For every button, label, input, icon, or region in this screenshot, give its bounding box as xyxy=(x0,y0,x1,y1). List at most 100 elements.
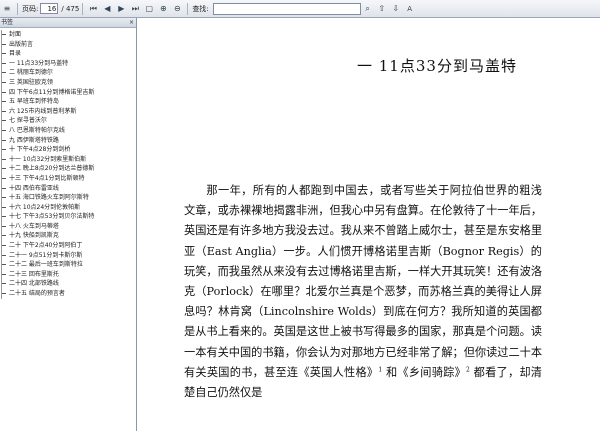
page-number-input[interactable]: 16 xyxy=(40,3,59,14)
bookmark-item[interactable]: 六 125市内线到普利茅斯 xyxy=(0,106,136,117)
toolbar-divider xyxy=(187,2,189,15)
tree-connector xyxy=(2,110,6,112)
bookmark-label: 二十二 最后一班车到斯特拉 xyxy=(9,261,83,269)
tree-connector xyxy=(2,53,6,55)
tree-connector xyxy=(2,158,6,160)
toolbar: ≡ 页码: 16 / 475 ⏮ ◀ ▶ ⏭ ▢ ⊕ ⊖ 查找: ⌕ ⇧ ⇩ A xyxy=(0,0,600,18)
bookmark-item[interactable]: 十五 海口铁路火车到阿尔斯特 xyxy=(0,193,136,203)
fit-page-icon[interactable]: ▢ xyxy=(143,3,155,15)
bookmark-item[interactable]: 四 下午6点11分到博格诺里吉斯 xyxy=(0,87,136,98)
bookmark-item[interactable]: 二 桃丽车到德尔 xyxy=(0,68,136,78)
bookmark-label: 十八 火车到马蒂塔 xyxy=(9,222,59,230)
bookmark-label: 六 125市内线到普利茅斯 xyxy=(9,107,77,115)
bookmark-label: 十七 下午3点53分到贝尔法斯特 xyxy=(9,213,95,221)
tree-connector xyxy=(2,62,6,64)
bookmark-label: 十 下午4点28分到剑桥 xyxy=(9,146,71,154)
bookmarks-panel: 书签 × 封面 出版前言 目录一 11点33分到马盖特二 桃丽车到德尔三 英国驻欧克… xyxy=(0,18,137,431)
bookmark-item[interactable]: 一 11点33分到马盖特 xyxy=(0,58,136,69)
tree-connector xyxy=(2,129,6,131)
bookmark-item[interactable]: 九 西伊斯塔特铁路 xyxy=(0,135,136,146)
bookmark-item[interactable]: 十三 下午4点1分到比斯顿特 xyxy=(0,173,136,184)
bookmark-item[interactable]: 二十五 结局的预言者 xyxy=(0,289,136,299)
tree-connector xyxy=(2,206,6,208)
tree-connector xyxy=(2,177,6,179)
bookmark-label: 十五 海口铁路火车到阿尔斯特 xyxy=(9,194,89,202)
bookmark-label: 十六 10点24分到伦敦帕斯 xyxy=(9,203,81,211)
tree-connector xyxy=(2,254,6,256)
bookmark-label: 二十三 回布里斯托 xyxy=(9,270,59,278)
bookmark-item[interactable]: 十二 晚上8点20分到达兰普德斯 xyxy=(0,164,136,174)
bookmark-label: 十三 下午4点1分到比斯顿特 xyxy=(9,174,85,182)
first-page-icon[interactable]: ⏮ xyxy=(87,3,99,15)
bookmark-item[interactable]: 三 英国驻欧克领 xyxy=(0,77,136,88)
tree-connector xyxy=(2,43,6,45)
bookmark-item[interactable]: 十七 下午3点53分到贝尔法斯特 xyxy=(0,212,136,222)
tree-connector xyxy=(2,72,6,74)
bookmark-label: 九 西伊斯塔特铁路 xyxy=(9,136,59,144)
paragraph: 那一年，所有的人都跑到中国去，或者写些关于阿拉伯世界的粗浅文章，或赤裸裸地揭露非… xyxy=(184,181,542,403)
bookmarks-header: 书签 × xyxy=(0,18,136,28)
find-next-icon[interactable]: ⇩ xyxy=(390,3,402,15)
chapter-title: 一 11点33分到马盖特 xyxy=(357,57,517,75)
bookmark-item[interactable]: 目录 xyxy=(0,49,136,59)
tree-connector xyxy=(2,245,6,247)
tree-connector xyxy=(2,264,6,266)
bookmark-item[interactable]: 十四 西伯布雷亚线 xyxy=(0,183,136,194)
tree-connector xyxy=(2,139,6,141)
bookmark-label: 十一 10点32分到索里斯伯斯 xyxy=(9,155,87,163)
bookmark-item[interactable]: 二十一 9点51分到卡斯尔斯 xyxy=(0,250,136,261)
zoom-out-icon[interactable]: ⊖ xyxy=(171,3,183,15)
zoom-in-icon[interactable]: ⊕ xyxy=(157,3,169,15)
tree-connector xyxy=(2,235,6,237)
bookmark-label: 二十四 北部铁路线 xyxy=(9,280,59,288)
bookmark-item[interactable]: 二十二 最后一班车到斯特拉 xyxy=(0,260,136,270)
next-page-icon[interactable]: ▶ xyxy=(115,3,127,15)
bookmark-label: 二 桃丽车到德尔 xyxy=(9,69,53,77)
bookmark-item[interactable]: 八 巴恩斯特帕尔克线 xyxy=(0,125,136,136)
bookmark-label: 八 巴恩斯特帕尔克线 xyxy=(9,126,65,134)
search-input[interactable] xyxy=(212,2,361,15)
bookmark-label: 十九 快船到凯斯克 xyxy=(9,232,59,240)
last-page-icon[interactable]: ⏭ xyxy=(129,3,141,15)
tree-connector xyxy=(2,101,6,103)
bookmark-label: 一 11点33分到马盖特 xyxy=(9,59,69,67)
bookmark-item[interactable]: 二十三 回布里斯托 xyxy=(0,269,136,280)
bookmark-label: 二十一 9点51分到卡斯尔斯 xyxy=(9,251,83,259)
bookmark-item[interactable]: 二十 下午2点40分到阿伯丁 xyxy=(0,241,136,251)
menu-icon[interactable]: ≡ xyxy=(1,3,13,15)
bookmark-item[interactable]: 封面 xyxy=(0,30,136,40)
bookmark-item[interactable]: 十一 10点32分到索里斯伯斯 xyxy=(0,154,136,165)
bookmark-label: 十四 西伯布雷亚线 xyxy=(9,184,59,192)
bookmark-item[interactable]: 十八 火车到马蒂塔 xyxy=(0,221,136,232)
bookmark-label: 十二 晚上8点20分到达兰普德斯 xyxy=(9,165,95,173)
bookmark-item[interactable]: 七 探寻普沃尔 xyxy=(0,116,136,126)
find-previous-icon[interactable]: ⇧ xyxy=(376,3,388,15)
bookmark-label: 目录 xyxy=(9,50,22,58)
bookmark-item[interactable]: 十九 快船到凯斯克 xyxy=(0,231,136,242)
bookmarks-title: 书签 xyxy=(1,19,14,26)
tree-connector xyxy=(2,91,6,93)
close-icon[interactable]: × xyxy=(129,18,134,27)
match-case-icon[interactable]: A xyxy=(404,3,416,15)
page-total: / 475 xyxy=(61,4,80,13)
bookmark-label: 七 探寻普沃尔 xyxy=(9,117,47,125)
tree-connector xyxy=(2,34,6,35)
bookmark-item[interactable]: 出版前言 xyxy=(0,39,136,50)
tree-connector xyxy=(2,216,6,218)
paragraph-text: 和《乡间骑踪》 xyxy=(382,365,467,379)
bookmark-item[interactable]: 五 早班车到怀特岛 xyxy=(0,97,136,107)
bookmark-item[interactable]: 十 下午4点28分到剑桥 xyxy=(0,145,136,155)
toolbar-divider xyxy=(17,2,18,15)
bookmark-item[interactable]: 二十四 北部铁路线 xyxy=(0,279,136,290)
bookmark-item[interactable]: 十六 10点24分到伦敦帕斯 xyxy=(0,202,136,213)
page-label: 页码: xyxy=(22,4,39,13)
bookmark-label: 二十五 结局的预言者 xyxy=(9,290,65,298)
tree-connector xyxy=(2,187,6,189)
tree-connector xyxy=(2,168,6,170)
previous-page-icon[interactable]: ◀ xyxy=(101,3,113,15)
tree-connector xyxy=(2,225,6,227)
search-icon[interactable]: ⌕ xyxy=(362,3,374,15)
tree-connector xyxy=(2,197,6,199)
bookmark-list: 封面 出版前言 目录一 11点33分到马盖特二 桃丽车到德尔三 英国驻欧克领四 下午… xyxy=(0,28,136,299)
bookmark-label: 二十 下午2点40分到阿伯丁 xyxy=(9,242,83,250)
